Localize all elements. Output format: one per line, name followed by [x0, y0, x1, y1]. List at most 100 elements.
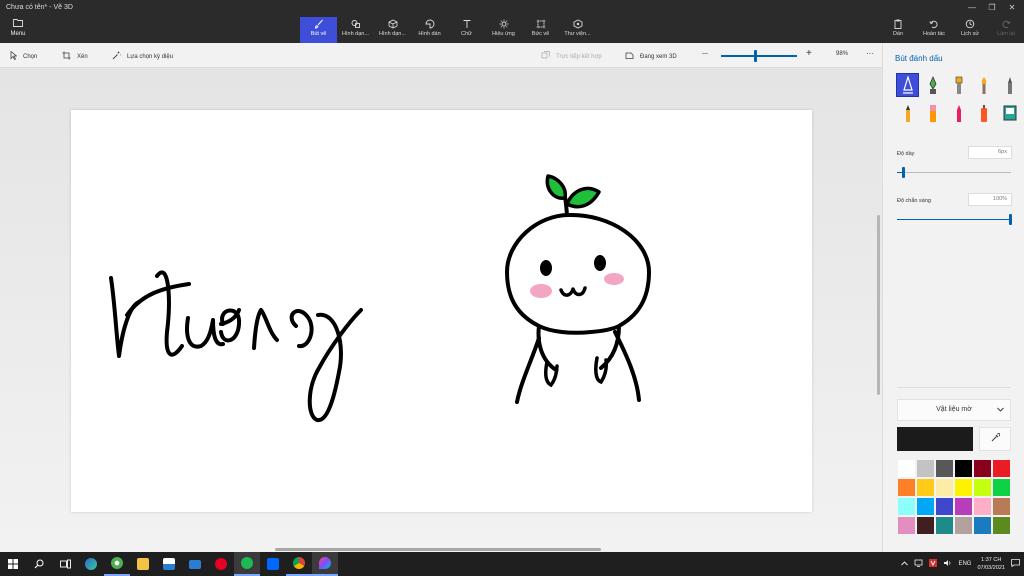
color-swatch[interactable]	[897, 478, 916, 497]
undo-button[interactable]: Hoàn tác	[916, 17, 952, 43]
marker-button[interactable]	[896, 73, 919, 97]
chevron-down-icon	[997, 400, 1004, 420]
color-swatch[interactable]	[954, 516, 973, 535]
notification-icon[interactable]	[1011, 559, 1020, 569]
vertical-scrollbar[interactable]	[877, 215, 880, 395]
opacity-input[interactable]: 100%	[968, 193, 1012, 206]
tab-stickers[interactable]: Hình dán	[411, 17, 448, 43]
thickness-input[interactable]: 6px	[968, 146, 1012, 159]
opacity-slider-thumb[interactable]	[1009, 214, 1012, 225]
tab-effects[interactable]: Hiệu ứng	[485, 17, 522, 43]
color-swatch[interactable]	[916, 478, 935, 497]
color-swatch[interactable]	[954, 459, 973, 478]
close-button[interactable]: ✕	[1004, 2, 1020, 13]
file-explorer-button[interactable]	[130, 552, 156, 576]
vpn-icon[interactable]	[929, 559, 938, 569]
start-button[interactable]	[0, 552, 26, 576]
calligraphy-pen-button[interactable]	[923, 74, 944, 96]
drawing-canvas[interactable]	[71, 110, 812, 512]
color-swatch[interactable]	[992, 497, 1011, 516]
horizontal-scrollbar[interactable]	[275, 548, 601, 551]
color-swatch[interactable]	[916, 497, 935, 516]
task-view-button[interactable]	[52, 552, 78, 576]
color-swatch[interactable]	[992, 459, 1011, 478]
thickness-slider[interactable]	[897, 167, 1011, 178]
color-swatch[interactable]	[935, 516, 954, 535]
window-controls: — ❐ ✕	[964, 2, 1020, 13]
redo-button[interactable]: Làm lại	[988, 17, 1024, 43]
color-swatch[interactable]	[973, 478, 992, 497]
color-swatch[interactable]	[992, 478, 1011, 497]
color-swatch[interactable]	[935, 459, 954, 478]
view-3d-toggle[interactable]: Đang xem 3D	[625, 51, 677, 62]
current-color-swatch[interactable]	[897, 427, 973, 451]
zoom-out-button[interactable]: —	[702, 51, 708, 57]
color-swatch[interactable]	[916, 516, 935, 535]
magic-select-tool[interactable]: Lựa chọn kỳ diệu	[112, 51, 173, 62]
tab-text[interactable]: Chữ	[448, 17, 485, 43]
tab-3d-shapes[interactable]: Hình dạn...	[374, 17, 411, 43]
zoom-slider-track[interactable]	[721, 55, 797, 57]
color-swatch[interactable]	[935, 497, 954, 516]
zalo-button[interactable]	[260, 552, 286, 576]
volume-icon[interactable]	[943, 559, 952, 569]
oil-brush-button[interactable]	[948, 74, 969, 96]
paint3d-button[interactable]	[312, 552, 338, 576]
chevron-up-icon[interactable]	[901, 560, 909, 568]
cheek-left	[530, 284, 552, 298]
spotify-button[interactable]	[234, 552, 260, 576]
search-button[interactable]	[26, 552, 52, 576]
spray-can-button[interactable]	[974, 102, 995, 124]
color-swatch[interactable]	[954, 478, 973, 497]
color-swatch[interactable]	[935, 478, 954, 497]
mail-button[interactable]	[182, 552, 208, 576]
watercolor-button[interactable]	[974, 74, 995, 96]
tab-brushes[interactable]: Bút vẽ	[300, 17, 337, 43]
pixel-pen-button[interactable]	[999, 74, 1020, 96]
brush-grid	[896, 73, 1020, 124]
select-tool[interactable]: Chọn	[10, 50, 37, 62]
clock[interactable]: 1:37 CH 07/03/2021	[977, 556, 1005, 572]
color-swatch[interactable]	[973, 516, 992, 535]
material-dropdown[interactable]: Vật liệu mờ	[897, 399, 1011, 421]
language-indicator[interactable]: ENG	[958, 561, 971, 567]
color-swatch[interactable]	[916, 459, 935, 478]
network-icon[interactable]	[914, 559, 923, 569]
tab-canvas[interactable]: Bức vẽ	[522, 17, 559, 43]
tab-2d-shapes[interactable]: Hình dạn...	[337, 17, 374, 43]
color-swatch[interactable]	[897, 459, 916, 478]
zoom-in-button[interactable]: +	[806, 48, 812, 59]
maximize-button[interactable]: ❐	[984, 2, 1000, 13]
eyedropper-button[interactable]	[979, 427, 1011, 451]
more-button[interactable]: ···	[866, 49, 874, 58]
crayon-button[interactable]	[948, 102, 969, 124]
thickness-slider-thumb[interactable]	[901, 167, 905, 178]
history-button[interactable]: Lịch sử	[952, 17, 988, 43]
crop-tool[interactable]: Xén	[62, 51, 88, 62]
minimize-button[interactable]: —	[964, 2, 980, 13]
zoom-slider-thumb[interactable]	[754, 50, 758, 62]
store-button[interactable]	[156, 552, 182, 576]
tab-library[interactable]: Thư viện...	[559, 17, 596, 43]
paste-button[interactable]: Dán	[880, 17, 916, 43]
combine-tool[interactable]: Trực tiếp kết hợp	[541, 51, 602, 62]
menu-button[interactable]: Menu	[4, 18, 32, 40]
paste-icon	[880, 19, 916, 31]
eraser-button[interactable]	[923, 102, 944, 124]
edge-button[interactable]	[78, 552, 104, 576]
color-swatch[interactable]	[954, 497, 973, 516]
fill-button[interactable]	[999, 102, 1020, 124]
color-swatch[interactable]	[992, 516, 1011, 535]
color-swatch[interactable]	[897, 497, 916, 516]
opacity-slider[interactable]	[897, 214, 1012, 225]
body-right	[613, 330, 641, 402]
color-swatch[interactable]	[973, 497, 992, 516]
color-swatch[interactable]	[897, 516, 916, 535]
pencil-button[interactable]	[897, 102, 918, 124]
color-swatch[interactable]	[973, 459, 992, 478]
pinterest-button[interactable]	[208, 552, 234, 576]
sub-toolbar: Chọn Xén Lựa chọn kỳ diệu Trực tiếp kết …	[0, 43, 882, 68]
start-icon	[8, 559, 18, 569]
chrome-green-button[interactable]	[104, 552, 130, 576]
chrome-button[interactable]	[286, 552, 312, 576]
